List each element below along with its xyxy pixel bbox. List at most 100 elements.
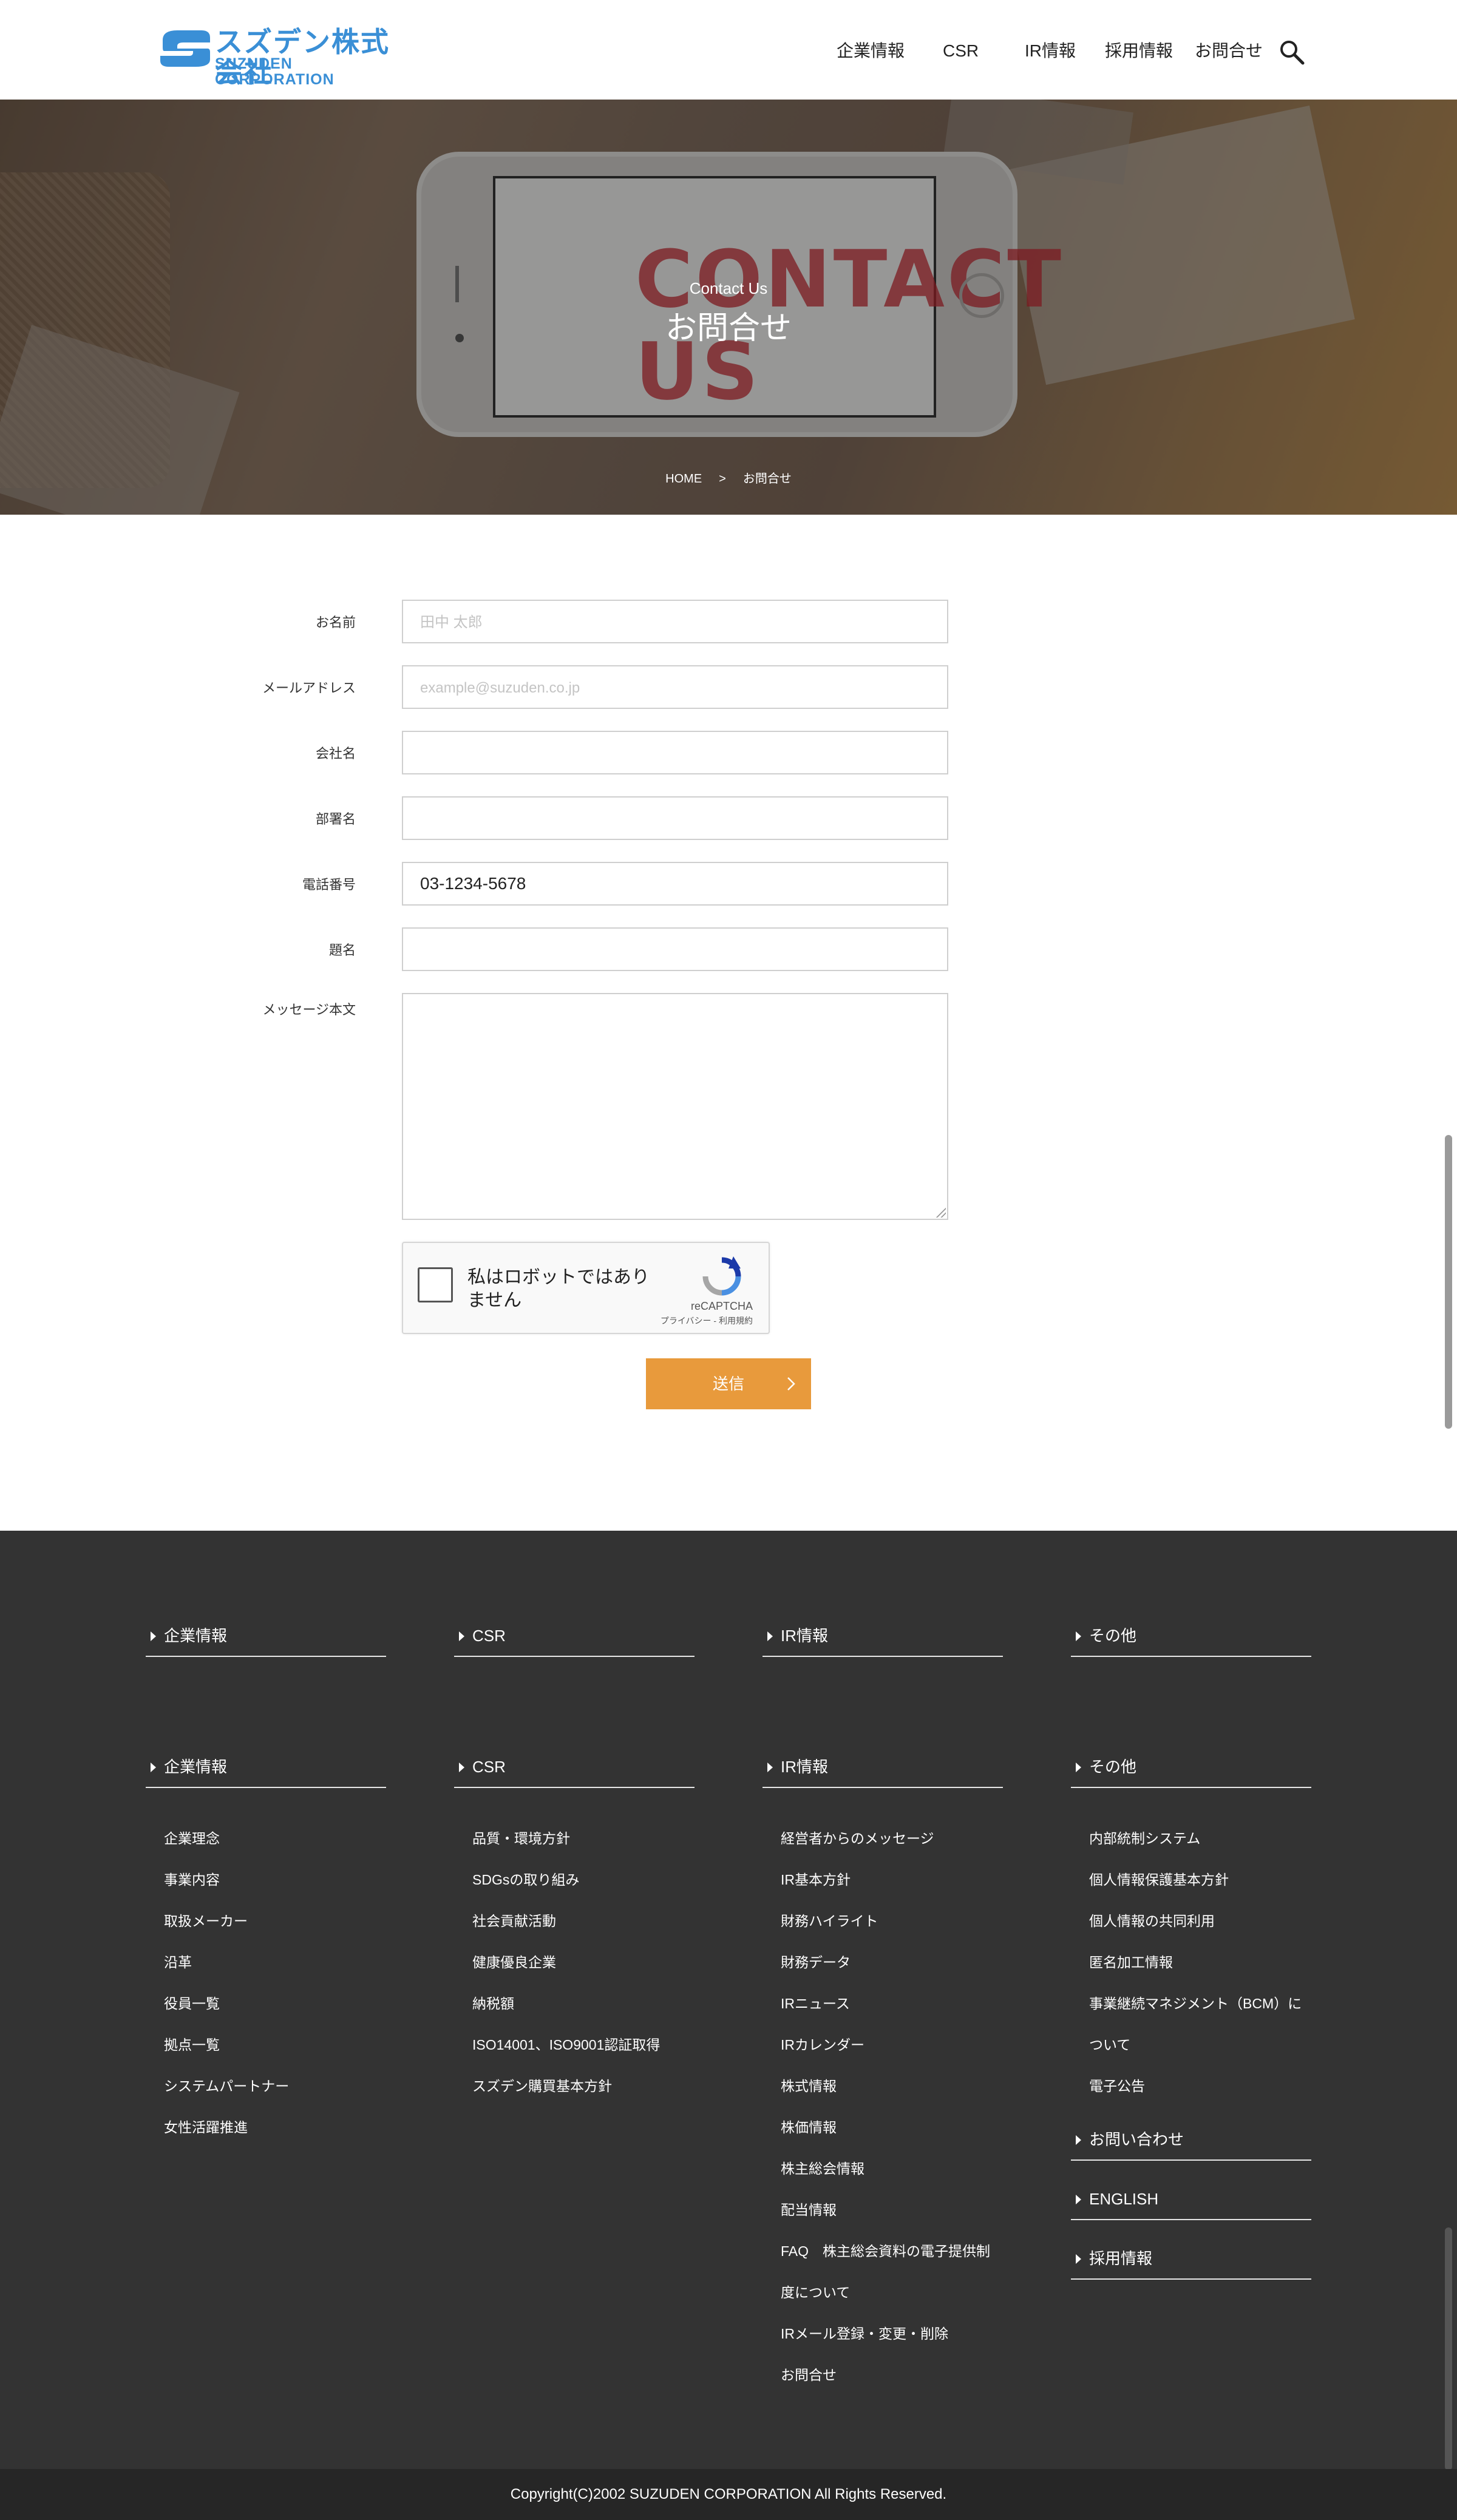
department-label: 部署名 bbox=[315, 811, 356, 827]
triangle-right-icon bbox=[1076, 2195, 1081, 2204]
page-scrollbar[interactable] bbox=[1445, 1135, 1452, 1429]
footer-link[interactable]: 財務ハイライト bbox=[781, 1912, 878, 1930]
footer-link[interactable]: 沿革 bbox=[164, 1953, 192, 1971]
footer-link[interactable]: IRメール登録・変更・削除 bbox=[781, 2325, 948, 2343]
site-footer: 企業情報 CSR IR情報 その他 企業情報 CSR IR情報 その他 企業理念… bbox=[0, 1531, 1457, 2520]
breadcrumb-current: お問合せ bbox=[742, 472, 792, 486]
triangle-right-icon bbox=[767, 1763, 773, 1772]
triangle-right-icon bbox=[1076, 2135, 1081, 2145]
logo-mark-icon bbox=[160, 30, 210, 67]
company-logo[interactable]: スズデン株式会社 SUZUDEN CORPORATION bbox=[159, 27, 390, 87]
copyright-text: Copyright(C)2002 SUZUDEN CORPORATION All… bbox=[510, 2486, 947, 2502]
footer-heading-company[interactable]: 企業情報 bbox=[146, 1753, 386, 1788]
footer-link[interactable]: 個人情報の共同利用 bbox=[1089, 1912, 1215, 1930]
footer-link[interactable]: 品質・環境方針 bbox=[472, 1829, 570, 1848]
message-label: メッセージ本文 bbox=[262, 1002, 356, 1017]
footer-link[interactable]: ついて bbox=[1089, 2036, 1130, 2054]
phone-field[interactable] bbox=[402, 862, 948, 906]
footer-link[interactable]: 電子公告 bbox=[1089, 2077, 1145, 2095]
triangle-right-icon bbox=[151, 1631, 156, 1641]
footer-scrollbar[interactable] bbox=[1445, 2227, 1452, 2470]
name-label: お名前 bbox=[315, 615, 356, 630]
footer-link[interactable]: 女性活躍推進 bbox=[164, 2118, 248, 2136]
triangle-right-icon bbox=[1076, 1631, 1081, 1641]
search-icon[interactable] bbox=[1279, 39, 1305, 66]
footer-link[interactable]: 経営者からのメッセージ bbox=[781, 1829, 934, 1848]
breadcrumb: HOME > お問合せ bbox=[0, 469, 1457, 486]
subject-field[interactable] bbox=[402, 927, 948, 971]
footer-link[interactable]: お問合せ bbox=[781, 2366, 837, 2384]
footer-link[interactable]: 事業継続マネジメント（BCM）に bbox=[1089, 1994, 1302, 2013]
submit-button[interactable]: 送信 bbox=[646, 1358, 811, 1409]
breadcrumb-home[interactable]: HOME bbox=[665, 472, 702, 486]
footer-link[interactable]: SDGsの取り組み bbox=[472, 1871, 579, 1889]
footer-link[interactable]: 拠点一覧 bbox=[164, 2036, 220, 2054]
name-field[interactable] bbox=[402, 600, 948, 643]
footer-heading-contact[interactable]: お問い合わせ bbox=[1071, 2125, 1311, 2161]
recaptcha-privacy-terms[interactable]: プライバシー - 利用規約 bbox=[634, 1315, 767, 1327]
logo-text-en: SUZUDEN CORPORATION bbox=[215, 55, 335, 88]
footer-heading-other[interactable]: その他 bbox=[1071, 1753, 1311, 1788]
nav-company-info[interactable]: 企業情報 bbox=[837, 38, 905, 64]
recaptcha-widget: 私はロボットではありません reCAPTCHA プライバシー - 利用規約 bbox=[402, 1242, 770, 1334]
footer-link[interactable]: 納税額 bbox=[472, 1994, 514, 2013]
footer-top-heading-csr[interactable]: CSR bbox=[454, 1622, 695, 1657]
footer-link[interactable]: スズデン購買基本方針 bbox=[472, 2077, 612, 2095]
nav-csr[interactable]: CSR bbox=[943, 38, 979, 64]
triangle-right-icon bbox=[767, 1631, 773, 1641]
copyright-bar: Copyright(C)2002 SUZUDEN CORPORATION All… bbox=[0, 2469, 1457, 2520]
footer-link[interactable]: 度について bbox=[781, 2283, 850, 2302]
footer-heading-ir[interactable]: IR情報 bbox=[762, 1753, 1003, 1788]
footer-heading-english[interactable]: ENGLISH bbox=[1071, 2185, 1311, 2220]
site-header: スズデン株式会社 SUZUDEN CORPORATION 企業情報 CSR IR… bbox=[0, 0, 1457, 100]
footer-link[interactable]: 社会貢献活動 bbox=[472, 1912, 556, 1930]
breadcrumb-separator: > bbox=[719, 472, 726, 486]
department-field[interactable] bbox=[402, 796, 948, 840]
footer-top-heading-ir[interactable]: IR情報 bbox=[762, 1622, 1003, 1657]
footer-link[interactable]: 配当情報 bbox=[781, 2201, 837, 2219]
recaptcha-brand: reCAPTCHA bbox=[690, 1300, 753, 1312]
footer-link[interactable]: 内部統制システム bbox=[1089, 1829, 1200, 1848]
recaptcha-checkbox[interactable] bbox=[418, 1267, 453, 1302]
footer-link[interactable]: 個人情報保護基本方針 bbox=[1089, 1871, 1229, 1889]
message-textarea[interactable] bbox=[402, 993, 948, 1220]
footer-link[interactable]: IR基本方針 bbox=[781, 1871, 851, 1889]
footer-link[interactable]: 株価情報 bbox=[781, 2118, 837, 2136]
nav-recruit[interactable]: 採用情報 bbox=[1105, 38, 1173, 64]
footer-link[interactable]: 役員一覧 bbox=[164, 1994, 220, 2013]
footer-link[interactable]: 株主総会情報 bbox=[781, 2159, 864, 2178]
email-label: メールアドレス bbox=[262, 680, 356, 696]
recaptcha-icon bbox=[702, 1256, 741, 1296]
nav-contact[interactable]: お問合せ bbox=[1195, 38, 1263, 64]
footer-heading-recruit[interactable]: 採用情報 bbox=[1071, 2244, 1311, 2280]
triangle-right-icon bbox=[459, 1631, 464, 1641]
recaptcha-label: 私はロボットではありません bbox=[467, 1267, 650, 1310]
footer-link[interactable]: 財務データ bbox=[781, 1953, 851, 1971]
triangle-right-icon bbox=[1076, 2254, 1081, 2264]
company-field[interactable] bbox=[402, 731, 948, 774]
footer-link[interactable]: IRカレンダー bbox=[781, 2036, 864, 2054]
footer-link[interactable]: 匿名加工情報 bbox=[1089, 1953, 1173, 1971]
footer-link[interactable]: FAQ 株主総会資料の電子提供制 bbox=[781, 2242, 990, 2260]
triangle-right-icon bbox=[1076, 1763, 1081, 1772]
email-field[interactable] bbox=[402, 665, 948, 709]
company-label: 会社名 bbox=[315, 746, 356, 761]
footer-link[interactable]: 取扱メーカー bbox=[164, 1912, 248, 1930]
hero-banner: CONTACT US Contact Us お問合せ HOME > お問合せ bbox=[0, 100, 1457, 515]
footer-link[interactable]: システムパートナー bbox=[164, 2077, 289, 2095]
page-title: お問合せ bbox=[665, 311, 792, 346]
triangle-right-icon bbox=[459, 1763, 464, 1772]
footer-link[interactable]: 健康優良企業 bbox=[472, 1953, 556, 1971]
footer-link[interactable]: ISO14001、ISO9001認証取得 bbox=[472, 2036, 660, 2054]
hero-subtitle: Contact Us bbox=[689, 279, 768, 297]
footer-link[interactable]: 企業理念 bbox=[164, 1829, 220, 1848]
nav-ir-info[interactable]: IR情報 bbox=[1025, 38, 1076, 64]
phone-label: 電話番号 bbox=[302, 877, 356, 892]
resize-handle[interactable] bbox=[935, 1207, 946, 1218]
footer-link[interactable]: 株式情報 bbox=[781, 2077, 837, 2095]
footer-link[interactable]: IRニュース bbox=[781, 1994, 850, 2013]
footer-heading-csr[interactable]: CSR bbox=[454, 1753, 695, 1788]
footer-top-heading-other[interactable]: その他 bbox=[1071, 1622, 1311, 1657]
footer-top-heading-company[interactable]: 企業情報 bbox=[146, 1622, 386, 1657]
footer-link[interactable]: 事業内容 bbox=[164, 1871, 220, 1889]
